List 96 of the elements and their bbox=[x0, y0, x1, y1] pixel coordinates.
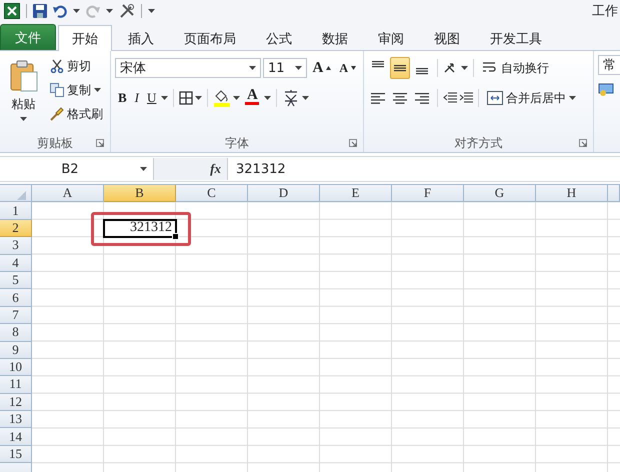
row-header[interactable]: 10 bbox=[0, 358, 32, 376]
caret-icon[interactable] bbox=[264, 96, 272, 100]
ribbon-tab[interactable]: 开始 bbox=[58, 25, 112, 51]
row-header[interactable]: 3 bbox=[0, 237, 32, 255]
row-header[interactable]: 12 bbox=[0, 394, 32, 412]
align-bottom-icon bbox=[415, 68, 429, 75]
paste-button[interactable]: 粘贴 bbox=[4, 55, 43, 129]
column-header[interactable]: G bbox=[464, 185, 536, 202]
caret-icon[interactable] bbox=[148, 9, 155, 13]
group-label: 字体 bbox=[225, 134, 249, 152]
scissors-icon bbox=[50, 59, 64, 73]
ribbon-tab[interactable]: 公式 bbox=[252, 26, 306, 50]
merge-center-button[interactable]: 合并后居中 bbox=[484, 87, 579, 109]
column-header[interactable]: F bbox=[392, 185, 464, 202]
font-color-button[interactable]: A bbox=[242, 87, 262, 109]
row-header[interactable]: 6 bbox=[0, 289, 32, 307]
row-header[interactable]: 11 bbox=[0, 376, 32, 394]
ribbon-tab[interactable]: 审阅 bbox=[364, 26, 418, 50]
increase-indent-icon[interactable] bbox=[459, 91, 473, 105]
undo-icon[interactable] bbox=[53, 4, 67, 18]
align-top-icon bbox=[371, 61, 385, 68]
caret-down-icon bbox=[351, 66, 356, 70]
row-header[interactable]: 9 bbox=[0, 342, 32, 359]
column-header[interactable]: H bbox=[536, 185, 608, 202]
caret-icon[interactable] bbox=[233, 96, 240, 100]
copy-button[interactable]: 复制 bbox=[47, 79, 106, 101]
align-center-icon bbox=[393, 90, 407, 106]
align-left-icon bbox=[371, 90, 385, 106]
wrap-text-button[interactable]: 自动换行 bbox=[479, 57, 552, 79]
ribbon-tab[interactable]: 插入 bbox=[114, 26, 168, 50]
file-tab[interactable]: 文件 bbox=[0, 24, 56, 50]
caret-icon[interactable] bbox=[20, 117, 27, 121]
dialog-launcher-icon[interactable] bbox=[349, 139, 357, 147]
row-header[interactable]: 2 bbox=[0, 220, 32, 238]
fill-bucket-icon[interactable] bbox=[213, 89, 232, 107]
row-header[interactable]: 15 bbox=[0, 446, 32, 464]
column-header[interactable]: B bbox=[104, 185, 176, 202]
group-label: 剪贴板 bbox=[37, 134, 73, 152]
copy-icon bbox=[50, 83, 64, 97]
dialog-launcher-icon[interactable] bbox=[96, 139, 104, 147]
row-header[interactable]: 7 bbox=[0, 306, 32, 324]
shrink-font-button[interactable]: A bbox=[336, 57, 359, 79]
row-header[interactable]: 5 bbox=[0, 272, 32, 290]
tools-icon[interactable] bbox=[119, 3, 135, 19]
row-header[interactable]: 4 bbox=[0, 254, 32, 272]
underline-button[interactable]: U bbox=[144, 87, 160, 109]
italic-button[interactable]: I bbox=[132, 87, 142, 109]
caret-up-icon bbox=[326, 66, 332, 70]
group-label: 对齐方式 bbox=[454, 134, 502, 152]
caret-icon[interactable] bbox=[73, 9, 80, 13]
table-cell[interactable]: 321312 bbox=[103, 218, 177, 238]
row-header[interactable]: 14 bbox=[0, 428, 32, 446]
caret-icon[interactable] bbox=[569, 96, 576, 100]
caret-icon[interactable] bbox=[295, 66, 302, 70]
caret-icon[interactable] bbox=[195, 96, 202, 100]
caret-icon[interactable] bbox=[106, 9, 113, 13]
decrease-indent-icon[interactable] bbox=[443, 91, 457, 105]
align-middle-icon bbox=[393, 64, 407, 72]
caret-icon[interactable] bbox=[94, 88, 101, 92]
ribbon-tab[interactable]: 数据 bbox=[308, 26, 362, 50]
paintbrush-icon bbox=[50, 107, 64, 121]
border-grid-icon[interactable] bbox=[179, 91, 194, 105]
caret-icon[interactable] bbox=[161, 96, 168, 100]
ribbon-tab[interactable]: 开发工具 bbox=[476, 26, 556, 50]
cut-button[interactable]: 剪切 bbox=[47, 55, 106, 77]
ribbon-tab[interactable]: 视图 bbox=[420, 26, 474, 50]
grow-font-button[interactable]: A bbox=[309, 57, 334, 79]
fill-handle[interactable] bbox=[172, 233, 179, 240]
bold-button[interactable]: B bbox=[115, 87, 130, 109]
format-painter-button[interactable]: 格式刷 bbox=[47, 103, 106, 125]
spreadsheet-app-icon[interactable] bbox=[4, 3, 20, 19]
clipboard-icon bbox=[10, 60, 38, 92]
merge-cells-icon bbox=[487, 91, 503, 105]
column-header[interactable]: A bbox=[32, 185, 104, 202]
column-header[interactable]: D bbox=[248, 185, 320, 202]
align-right-icon bbox=[415, 90, 429, 106]
insert-function-button[interactable]: fx bbox=[210, 161, 221, 177]
ribbon-tab[interactable]: 页面布局 bbox=[170, 26, 250, 50]
column-header[interactable]: E bbox=[320, 185, 392, 202]
caret-icon[interactable] bbox=[302, 96, 310, 100]
row-header[interactable]: 13 bbox=[0, 411, 32, 428]
window-title: 工作 bbox=[592, 3, 619, 20]
triangle-icon bbox=[17, 190, 26, 200]
save-icon[interactable] bbox=[33, 4, 47, 18]
font-size-field[interactable]: 11 bbox=[263, 58, 308, 78]
font-name-field[interactable]: 宋体 bbox=[115, 58, 261, 78]
caret-icon[interactable] bbox=[249, 66, 256, 70]
number-format-field[interactable]: 常 bbox=[598, 55, 620, 75]
column-header[interactable]: C bbox=[176, 185, 248, 202]
dialog-launcher-icon[interactable] bbox=[579, 139, 587, 147]
caret-icon[interactable] bbox=[461, 66, 468, 70]
row-header[interactable]: 8 bbox=[0, 324, 32, 342]
formula-field[interactable]: 321312 bbox=[228, 162, 620, 176]
vertical-align-button[interactable] bbox=[390, 57, 410, 79]
row-header[interactable]: 1 bbox=[0, 202, 32, 220]
caret-icon[interactable] bbox=[140, 167, 147, 171]
